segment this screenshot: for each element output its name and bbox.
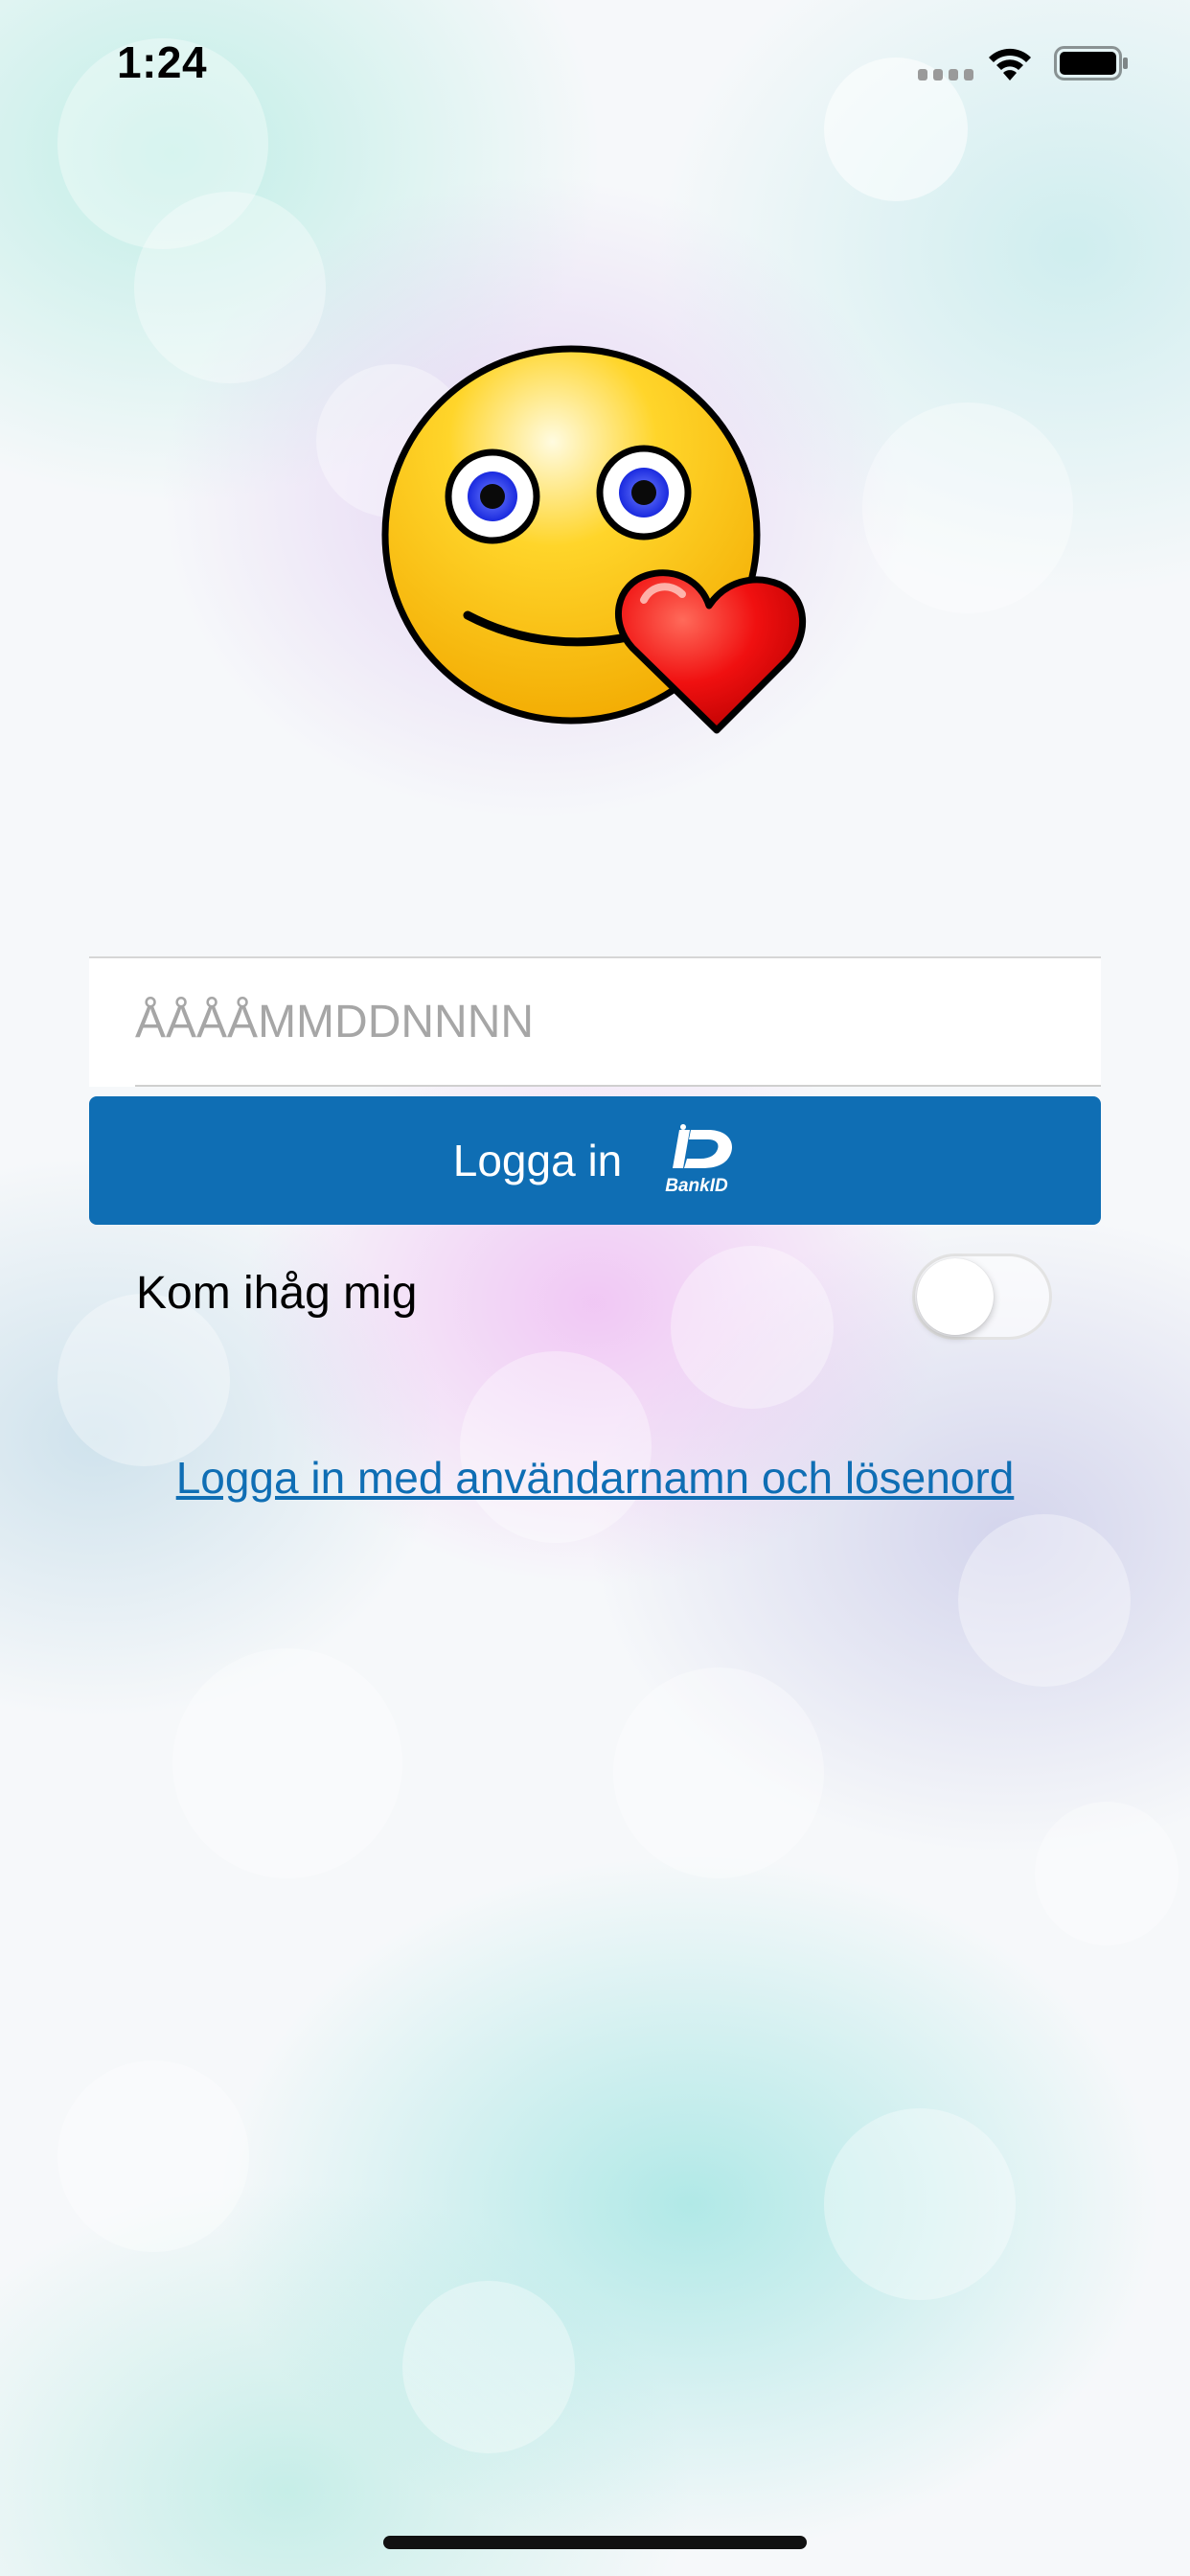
smiley-with-heart-icon: [381, 345, 807, 734]
status-time: 1:24: [117, 37, 208, 87]
wifi-icon: [989, 48, 1031, 80]
bokeh-decoration: [824, 2108, 1016, 2300]
bokeh-decoration: [172, 1648, 402, 1878]
toggle-knob: [917, 1258, 994, 1335]
bankid-icon: BankID: [666, 1124, 733, 1196]
bokeh-decoration: [613, 1668, 824, 1878]
bokeh-decoration: [57, 2060, 249, 2252]
password-login-link[interactable]: Logga in med användarnamn och lösenord: [0, 1452, 1190, 1504]
bokeh-decoration: [57, 1294, 230, 1466]
home-indicator[interactable]: [383, 2536, 807, 2549]
remember-me-toggle[interactable]: [912, 1254, 1052, 1340]
signal-icon: [918, 69, 973, 80]
bokeh-decoration: [1035, 1802, 1179, 1945]
battery-icon: [1054, 46, 1128, 80]
status-bar: 1:24: [0, 0, 1190, 126]
bokeh-decoration: [402, 2281, 575, 2453]
bankid-logo-text: BankID: [666, 1176, 729, 1196]
login-screen: 1:24 ÅÅÅÅMMDDNNNN Logga in BankID Kom ih…: [0, 0, 1190, 2576]
bankid-login-button[interactable]: Logga in BankID: [89, 1096, 1101, 1225]
personal-number-field[interactable]: [89, 956, 1101, 1087]
bokeh-decoration: [958, 1514, 1131, 1687]
bankid-login-label: Logga in: [452, 1136, 623, 1185]
bokeh-decoration: [671, 1246, 834, 1409]
bokeh-decoration: [134, 192, 326, 383]
personal-number-input[interactable]: [135, 958, 1055, 1085]
bokeh-decoration: [460, 1351, 652, 1543]
remember-me-label: Kom ihåg mig: [136, 1268, 418, 1319]
bokeh-decoration: [862, 402, 1073, 613]
input-underline: [135, 1085, 1101, 1087]
